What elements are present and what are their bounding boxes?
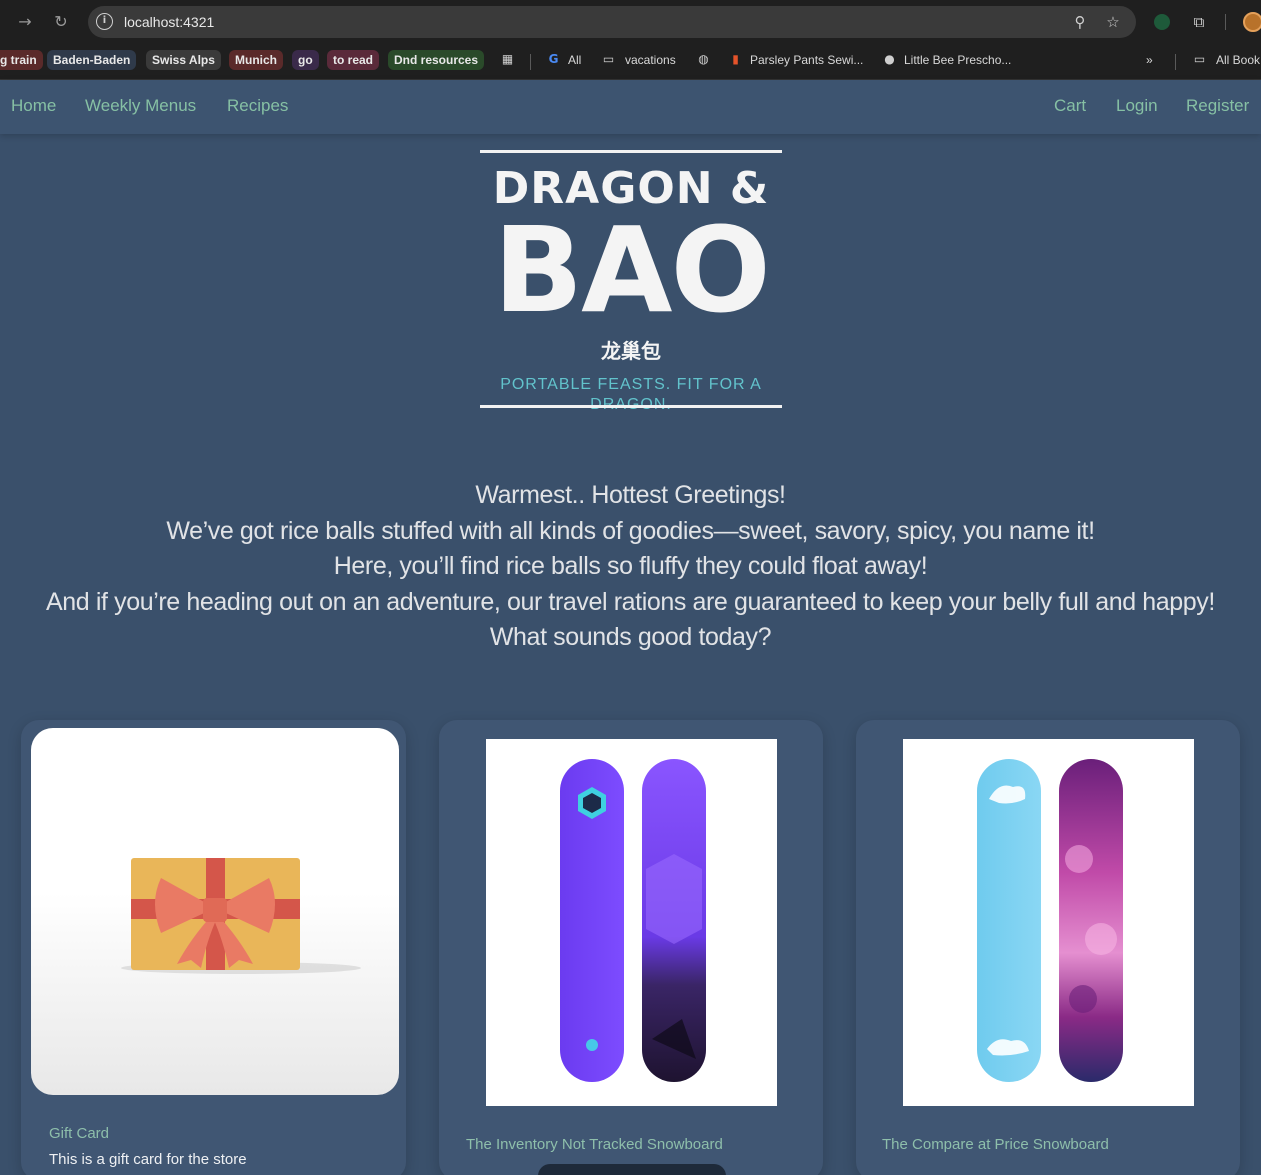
bookmark-group-go[interactable]: go — [292, 50, 319, 70]
bookmark-group-munich[interactable]: Munich — [229, 50, 283, 70]
nav-register-link[interactable]: Register — [1186, 96, 1249, 116]
nav-recipes-link[interactable]: Recipes — [227, 96, 288, 116]
zoom-icon[interactable]: ⚲ — [1070, 12, 1090, 32]
folder-icon-all-bookmarks: ▭ — [1193, 52, 1206, 66]
nav-weekly-menus-link[interactable]: Weekly Menus — [85, 96, 196, 116]
logo-tagline: PORTABLE FEASTS. FIT FOR A DRAGON. — [500, 376, 762, 413]
bookmark-all-bookmarks[interactable]: All Book — [1216, 50, 1260, 70]
nav-cart-link[interactable]: Cart — [1054, 96, 1086, 116]
logo-bottom-rule — [480, 405, 782, 408]
logo-line2: BAO — [493, 201, 771, 339]
snowboard-purple-icon — [560, 759, 706, 1082]
logo-top-rule — [480, 150, 782, 153]
bookmark-divider — [530, 54, 531, 70]
bookmarks-overflow-chevron-icon[interactable]: » — [1146, 50, 1153, 70]
google-icon: G — [548, 52, 559, 66]
greeting-line-1: Warmest.. Hottest Greetings! — [475, 481, 786, 509]
greeting-text: Warmest.. Hottest Greetings! We’ve got r… — [40, 478, 1221, 656]
extension-icon[interactable] — [1154, 14, 1170, 30]
bookmark-divider-2 — [1175, 54, 1176, 70]
snowboard-blue-pink-image[interactable] — [903, 739, 1194, 1106]
nav-login-link[interactable]: Login — [1116, 96, 1158, 116]
toolbar-divider — [1225, 14, 1226, 30]
folder-icon: ▭ — [602, 52, 615, 66]
bookmark-vacations[interactable]: vacations — [625, 50, 676, 70]
bookmark-group-baden-baden[interactable]: Baden-Baden — [47, 50, 137, 70]
globe-icon[interactable]: ◍ — [696, 52, 711, 67]
forward-arrow-icon[interactable]: → — [14, 11, 36, 33]
bookmark-little-bee[interactable]: Little Bee Prescho... — [904, 50, 1011, 70]
site-info-icon[interactable]: i — [96, 13, 113, 30]
product-description: This is a gift card for the store — [49, 1151, 247, 1168]
parsley-favicon-icon: ▮ — [732, 52, 739, 66]
address-bar[interactable]: i localhost:4321 ⚲ ☆ — [88, 6, 1136, 38]
brand-logo: DRAGON & BAO 龙巢包 PORTABLE FEASTS. FIT FO… — [480, 150, 782, 413]
bookmarks-bar: g train Baden-Baden Swiss Alps Munich go… — [0, 44, 1261, 80]
greeting-line-3: Here, you’ll find rice balls so fluffy t… — [333, 552, 928, 580]
star-bookmark-icon[interactable]: ☆ — [1103, 12, 1123, 32]
product-title[interactable]: The Inventory Not Tracked Snowboard — [466, 1136, 723, 1153]
bookmark-all[interactable]: All — [568, 50, 581, 70]
product-card-gift-card[interactable]: Gift Card This is a gift card for the st… — [21, 720, 406, 1175]
url-text[interactable]: localhost:4321 — [124, 14, 214, 30]
bookmark-group-g-train[interactable]: g train — [0, 50, 43, 70]
profile-avatar-icon[interactable] — [1243, 12, 1261, 32]
greeting-line-4: And if you’re heading out on an adventur… — [46, 587, 1215, 652]
product-title[interactable]: Gift Card — [49, 1125, 109, 1142]
apps-grid-icon[interactable]: ▦ — [500, 52, 515, 67]
site-nav: Home Weekly Menus Recipes Cart Login Reg… — [0, 80, 1261, 134]
logo-chinese-text: 龙巢包 — [601, 339, 661, 363]
gift-box-icon — [121, 858, 361, 974]
snowboard-purple-image[interactable] — [486, 739, 777, 1106]
product-card-inventory-snowboard[interactable]: The Inventory Not Tracked Snowboard — [439, 720, 823, 1175]
product-card-compare-snowboard[interactable]: The Compare at Price Snowboard — [856, 720, 1240, 1175]
gift-card-image[interactable] — [31, 728, 399, 1095]
bookmark-group-swiss-alps[interactable]: Swiss Alps — [146, 50, 221, 70]
puzzle-extensions-icon[interactable]: ⧉ — [1188, 11, 1210, 33]
product-title[interactable]: The Compare at Price Snowboard — [882, 1136, 1109, 1153]
apple-icon: ● — [884, 52, 895, 66]
browser-toolbar: → ↻ i localhost:4321 ⚲ ☆ ⧉ — [0, 0, 1261, 44]
bookmark-parsley-pants[interactable]: Parsley Pants Sewi... — [750, 50, 863, 70]
bookmark-group-dnd-resources[interactable]: Dnd resources — [388, 50, 485, 70]
reload-icon[interactable]: ↻ — [50, 11, 72, 33]
snowboard-blue-pink-icon — [977, 759, 1123, 1082]
bookmark-group-to-read[interactable]: to read — [327, 50, 380, 70]
nav-home-link[interactable]: Home — [11, 96, 56, 116]
greeting-line-2: We’ve got rice balls stuffed with all ki… — [166, 516, 1095, 545]
floating-toolbar[interactable] — [538, 1164, 726, 1175]
